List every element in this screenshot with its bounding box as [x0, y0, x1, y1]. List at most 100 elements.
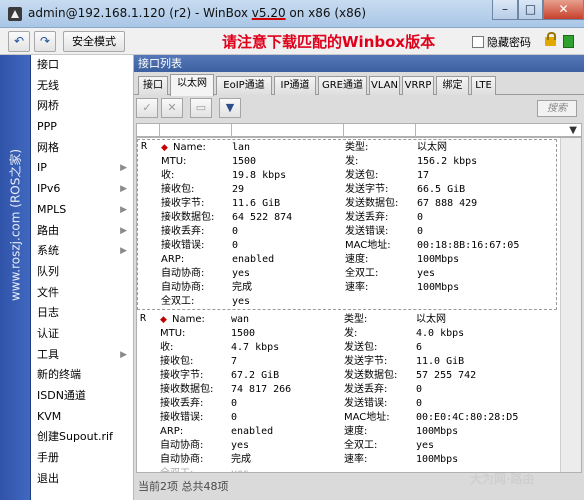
- comment-button[interactable]: ▭: [190, 98, 212, 118]
- maximize-button[interactable]: □: [518, 0, 543, 20]
- main-menu: 接口 无线 网桥 PPP 网格 IP ▶ IPv6 ▶ MPLS ▶ 路由 ▶ 系统 ▶ 队列 文件 日志 认证 工具…: [31, 55, 134, 500]
- field-value: 以太网: [417, 142, 447, 153]
- menu-item-label: 手册: [37, 451, 59, 465]
- tab[interactable]: 接口: [138, 76, 168, 95]
- record-row: 收: 19.8 kbps 发送包: 17: [138, 169, 558, 183]
- window-title: admin@192.168.1.120 (r2) - WinBox v5.20 …: [28, 6, 366, 20]
- field-value: 100Mbps: [417, 282, 460, 293]
- minimize-button[interactable]: –: [492, 0, 518, 20]
- redo-button[interactable]: ↷: [34, 31, 56, 52]
- safe-mode-button[interactable]: 安全模式: [63, 31, 125, 52]
- interface-record-wan[interactable]: R ◆ Name: wan 类型: 以太网 MTU: 1500 发: 4.0 kbps 收: 4.7 …: [137, 312, 557, 472]
- tab[interactable]: IP通道: [274, 76, 316, 95]
- field-label: 类型:: [345, 142, 369, 153]
- tab[interactable]: GRE通道: [318, 76, 367, 95]
- field-label: MAC地址:: [344, 412, 390, 423]
- version-notice: 请注意下载匹配的Winbox版本: [222, 33, 436, 51]
- field-label: 类型:: [344, 314, 368, 325]
- title-version: v5.20: [251, 6, 286, 20]
- field-label: 发送数据包:: [344, 370, 398, 381]
- menu-item[interactable]: PPP: [31, 117, 133, 138]
- menu-item-label: 认证: [37, 326, 59, 340]
- filter-button[interactable]: ▼: [219, 98, 241, 118]
- tab[interactable]: EoIP通道: [216, 76, 272, 95]
- field-value: 4.7 kbps: [231, 342, 280, 353]
- menu-item[interactable]: KVM: [31, 407, 133, 428]
- field-value: 0: [232, 240, 239, 251]
- enable-button[interactable]: ✓: [136, 98, 158, 118]
- menu-item[interactable]: 日志: [31, 303, 133, 324]
- window-title-bar[interactable]: admin@192.168.1.120 (r2) - WinBox v5.20 …: [0, 0, 584, 28]
- field-label: 速度:: [344, 426, 368, 437]
- menu-item-label: IPv6: [37, 182, 61, 196]
- hide-passwords-toggle[interactable]: 隐藏密码: [472, 34, 531, 50]
- menu-item-label: 文件: [37, 285, 59, 299]
- menu-item[interactable]: MPLS ▶: [31, 200, 133, 221]
- column-header[interactable]: ▼: [136, 123, 582, 137]
- menu-item-label: 路由: [37, 223, 59, 237]
- search-input[interactable]: 搜索: [537, 100, 577, 117]
- field-label: 发送丢弃:: [345, 212, 389, 223]
- record-row: 接收字节: 11.6 GiB 发送数据包: 67 888 429: [138, 197, 558, 211]
- field-label: 全双工:: [345, 268, 379, 279]
- record-row: 收: 4.7 kbps 发送包: 6: [137, 341, 557, 355]
- menu-item[interactable]: 网桥: [31, 96, 133, 117]
- record-row: ARP: enabled 速度: 100Mbps: [138, 253, 558, 267]
- field-value: yes: [232, 268, 251, 279]
- menu-item[interactable]: 认证: [31, 324, 133, 345]
- menu-item[interactable]: 网格: [31, 138, 133, 159]
- record-row: 自动协商: yes 全双工: yes: [137, 439, 557, 453]
- panel-title[interactable]: 接口列表: [134, 55, 584, 72]
- menu-item[interactable]: 无线: [31, 76, 133, 97]
- menu-item[interactable]: 退出: [31, 469, 133, 490]
- menu-item-label: 队列: [37, 264, 59, 278]
- list-scrollbar[interactable]: [560, 138, 581, 472]
- close-icon: ✕: [558, 2, 569, 16]
- tab[interactable]: VRRP: [402, 76, 434, 95]
- field-value: 0: [417, 226, 424, 237]
- tab[interactable]: 绑定: [436, 76, 469, 95]
- menu-item[interactable]: 手册: [31, 448, 133, 469]
- field-value: 100Mbps: [417, 254, 460, 265]
- field-value: 以太网: [416, 314, 446, 325]
- menu-item[interactable]: 文件: [31, 283, 133, 304]
- menu-item[interactable]: 队列: [31, 262, 133, 283]
- tab[interactable]: LTE: [471, 76, 496, 95]
- record-row: 全双工: yes: [138, 295, 558, 309]
- menu-item[interactable]: 系统 ▶: [31, 241, 133, 262]
- field-label: 发送包:: [345, 170, 379, 181]
- field-value: yes: [231, 440, 250, 451]
- field-label: 接收数据包:: [161, 212, 215, 223]
- undo-button[interactable]: ↶: [8, 31, 30, 52]
- menu-item[interactable]: 工具 ▶: [31, 345, 133, 366]
- interface-link-icon: ◆: [161, 143, 168, 153]
- record-row: 接收丢弃: 0 发送错误: 0: [138, 225, 558, 239]
- hide-passwords-checkbox[interactable]: [472, 36, 484, 48]
- menu-item[interactable]: IPv6 ▶: [31, 179, 133, 200]
- tab[interactable]: VLAN: [369, 76, 400, 95]
- field-value: yes: [417, 268, 436, 279]
- submenu-arrow-icon: ▶: [120, 246, 127, 257]
- record-row: 自动协商: yes 全双工: yes: [138, 267, 558, 281]
- menu-item[interactable]: IP ▶: [31, 158, 133, 179]
- menu-item[interactable]: 接口: [31, 55, 133, 76]
- close-button[interactable]: ✕: [543, 0, 584, 20]
- menu-item-label: IP: [37, 161, 47, 175]
- field-value: 0: [416, 398, 423, 409]
- undo-icon: ↶: [13, 34, 25, 48]
- column-divider: [343, 124, 344, 137]
- columns-dropdown-icon[interactable]: ▼: [569, 124, 577, 137]
- menu-item[interactable]: 路由 ▶: [31, 221, 133, 242]
- interface-record-lan[interactable]: R ◆ Name: lan 类型: 以太网 MTU: 1500 发: 156.2 kbps 收: 19…: [137, 139, 557, 310]
- disable-button[interactable]: ✕: [161, 98, 183, 118]
- field-value: 64 522 874: [232, 212, 293, 223]
- menu-item[interactable]: 创建Supout.rif: [31, 427, 133, 448]
- field-value: 66.5 GiB: [417, 184, 466, 195]
- record-row: ◆ Name: wan 类型: 以太网: [137, 313, 557, 327]
- field-label: 接收丢弃:: [161, 226, 205, 237]
- menu-item[interactable]: 新的终端: [31, 365, 133, 386]
- record-row: 接收错误: 0 MAC地址: 00:E0:4C:80:28:D5: [137, 411, 557, 425]
- tab[interactable]: 以太网: [170, 74, 214, 96]
- column-divider: [159, 124, 160, 137]
- menu-item[interactable]: ISDN通道: [31, 386, 133, 407]
